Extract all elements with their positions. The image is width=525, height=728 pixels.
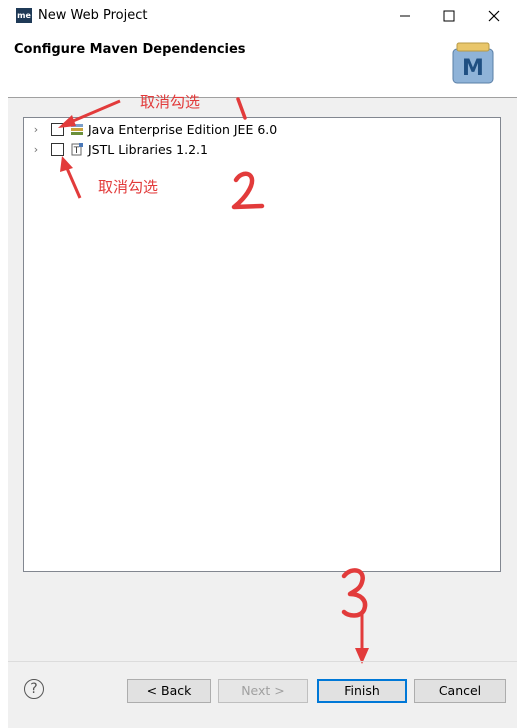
annotation-overlay: [58, 97, 369, 664]
annotation-arrow-3: [355, 614, 369, 664]
annotation-number-1: [236, 97, 247, 120]
annotation-arrow-1: [58, 99, 121, 128]
next-button[interactable]: Next >: [218, 679, 308, 703]
annotation-number-2: [231, 171, 265, 210]
annotation-number-3: [341, 568, 368, 618]
footer-separator: [8, 661, 517, 662]
help-icon[interactable]: ?: [24, 679, 44, 699]
finish-button[interactable]: Finish: [317, 679, 407, 703]
cancel-button[interactable]: Cancel: [414, 679, 506, 703]
back-button[interactable]: < Back: [127, 679, 211, 703]
annotation-arrow-2: [60, 156, 82, 199]
